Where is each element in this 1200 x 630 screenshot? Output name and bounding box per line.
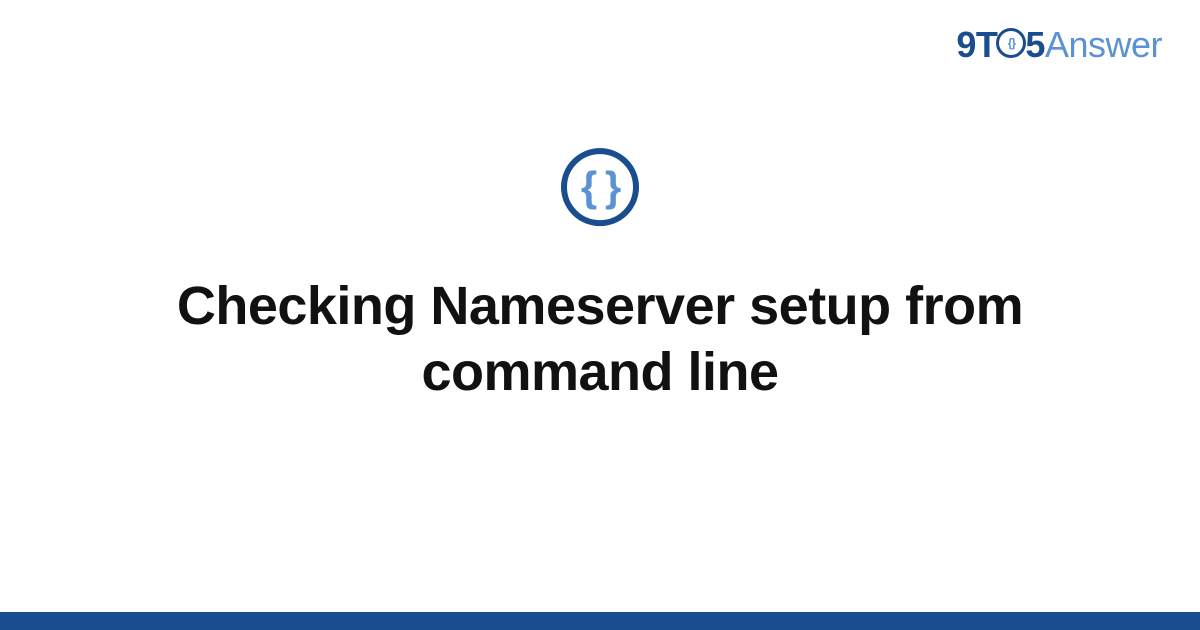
logo-ring-icon: {} <box>996 28 1026 58</box>
site-logo: 9T {} 5 Answer <box>956 24 1162 66</box>
main-content: { } Checking Nameserver setup from comma… <box>0 148 1200 406</box>
logo-text-9t: 9T <box>956 24 997 66</box>
logo-ring-inner-braces: {} <box>1008 37 1015 49</box>
braces-glyph: { } <box>581 166 619 208</box>
page-title: Checking Nameserver setup from command l… <box>60 274 1140 406</box>
logo-text-5: 5 <box>1025 24 1045 66</box>
logo-text-answer: Answer <box>1045 24 1162 66</box>
footer-accent-bar <box>0 612 1200 630</box>
code-braces-icon: { } <box>561 148 639 226</box>
